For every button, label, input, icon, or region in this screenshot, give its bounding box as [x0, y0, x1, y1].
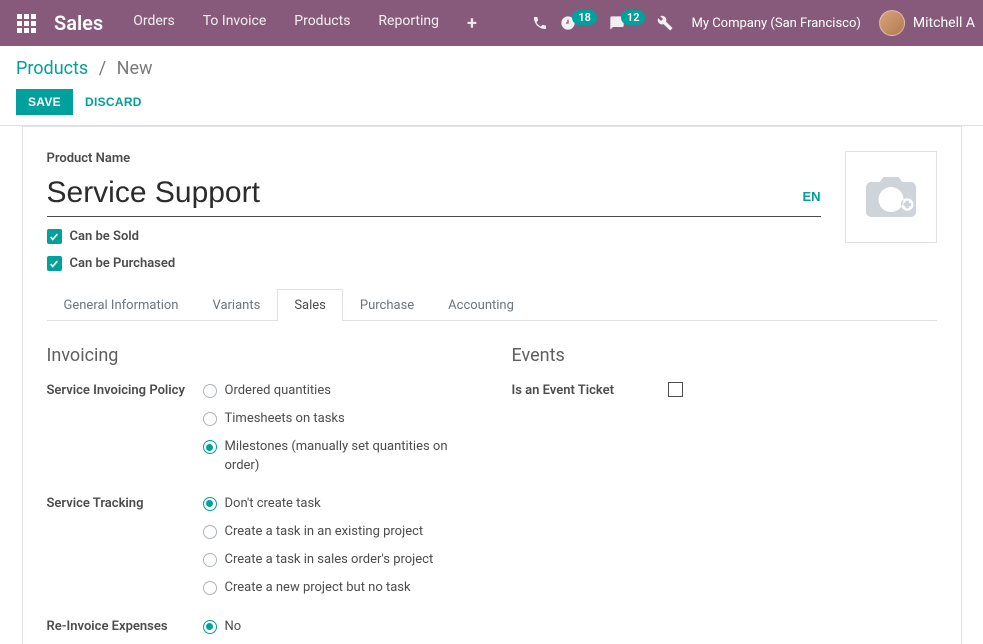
reinvoice-expenses-label: Re-Invoice Expenses — [47, 618, 187, 636]
radio-task-existing-project-label: Create a task in an existing project — [225, 523, 424, 541]
messages-icon[interactable]: 12 — [609, 15, 646, 31]
service-invoicing-policy-label: Service Invoicing Policy — [47, 382, 187, 400]
settings-icon[interactable] — [657, 15, 673, 31]
event-ticket-checkbox[interactable] — [668, 382, 683, 397]
user-name: Mitchell A — [913, 15, 975, 31]
nav-item-orders[interactable]: Orders — [123, 7, 185, 40]
radio-new-project-no-task[interactable] — [203, 581, 217, 595]
radio-timesheets-on-tasks-label: Timesheets on tasks — [225, 410, 345, 428]
breadcrumb-current: New — [117, 58, 153, 79]
messages-badge: 12 — [621, 10, 646, 25]
radio-new-project-no-task-label: Create a new project but no task — [225, 579, 411, 597]
apps-grid-icon — [17, 14, 36, 33]
form-sheet: Product Name EN Can be Sold Can be Purch… — [22, 127, 962, 644]
app-brand[interactable]: Sales — [54, 11, 103, 35]
radio-reinvoice-no[interactable] — [203, 620, 217, 634]
can-be-purchased-label: Can be Purchased — [70, 256, 176, 271]
tab-sales[interactable]: Sales — [277, 289, 343, 321]
breadcrumb-root[interactable]: Products — [16, 58, 88, 79]
tab-accounting[interactable]: Accounting — [431, 289, 531, 321]
radio-task-so-project-label: Create a task in sales order's project — [225, 551, 434, 569]
nav-right: 18 12 My Company (San Francisco) Mitchel… — [532, 10, 975, 36]
radio-reinvoice-no-label: No — [225, 618, 242, 636]
user-avatar — [879, 10, 905, 36]
product-name-input[interactable] — [47, 176, 791, 214]
phone-icon[interactable] — [532, 15, 548, 31]
events-section: Events Is an Event Ticket — [512, 345, 937, 644]
radio-ordered-quantities-label: Ordered quantities — [225, 382, 331, 400]
events-title: Events — [512, 345, 937, 366]
radio-task-so-project[interactable] — [203, 553, 217, 567]
nav-add-icon[interactable]: + — [457, 7, 487, 40]
radio-task-existing-project[interactable] — [203, 525, 217, 539]
user-menu[interactable]: Mitchell A — [879, 10, 975, 36]
radio-timesheets-on-tasks[interactable] — [203, 412, 217, 426]
discard-button[interactable]: DISCARD — [85, 95, 142, 109]
nav-item-reporting[interactable]: Reporting — [368, 7, 449, 40]
can-be-sold-label: Can be Sold — [70, 229, 140, 244]
action-buttons: SAVE DISCARD — [16, 89, 967, 115]
activities-badge: 18 — [572, 10, 597, 25]
tab-general-information[interactable]: General Information — [47, 289, 196, 321]
invoicing-title: Invoicing — [47, 345, 472, 366]
activities-icon[interactable]: 18 — [560, 15, 597, 31]
radio-ordered-quantities[interactable] — [203, 384, 217, 398]
product-name-label: Product Name — [47, 151, 821, 166]
radio-milestones[interactable] — [203, 440, 217, 454]
nav-item-to-invoice[interactable]: To Invoice — [193, 7, 277, 40]
tab-variants[interactable]: Variants — [195, 289, 277, 321]
can-be-sold-checkbox[interactable] — [47, 229, 62, 244]
nav-menu: Orders To Invoice Products Reporting + — [123, 7, 487, 40]
breadcrumb-separator: / — [99, 58, 106, 79]
invoicing-section: Invoicing Service Invoicing Policy Order… — [47, 345, 472, 644]
translate-button[interactable]: EN — [802, 189, 820, 204]
control-bar: Products / New SAVE DISCARD — [0, 46, 983, 126]
radio-dont-create-task[interactable] — [203, 497, 217, 511]
service-invoicing-policy-field: Ordered quantities Timesheets on tasks M… — [203, 382, 472, 485]
can-be-purchased-checkbox[interactable] — [47, 256, 62, 271]
top-navbar: Sales Orders To Invoice Products Reporti… — [0, 0, 983, 46]
service-tracking-label: Service Tracking — [47, 495, 187, 513]
tab-purchase[interactable]: Purchase — [343, 289, 431, 321]
breadcrumb: Products / New — [16, 58, 967, 79]
apps-menu-icon[interactable] — [8, 5, 44, 41]
radio-milestones-label: Milestones (manually set quantities on o… — [225, 438, 465, 474]
reinvoice-expenses-field: No — [203, 618, 472, 644]
event-ticket-label: Is an Event Ticket — [512, 382, 652, 400]
company-switcher[interactable]: My Company (San Francisco) — [691, 16, 860, 31]
nav-item-products[interactable]: Products — [284, 7, 360, 40]
camera-placeholder-icon — [861, 172, 921, 222]
product-image-upload[interactable] — [845, 151, 937, 243]
service-tracking-field: Don't create task Create a task in an ex… — [203, 495, 472, 608]
form-tabs: General Information Variants Sales Purch… — [47, 289, 937, 321]
sales-tab-panel: Invoicing Service Invoicing Policy Order… — [47, 321, 937, 644]
radio-dont-create-task-label: Don't create task — [225, 495, 321, 513]
save-button[interactable]: SAVE — [16, 89, 73, 115]
